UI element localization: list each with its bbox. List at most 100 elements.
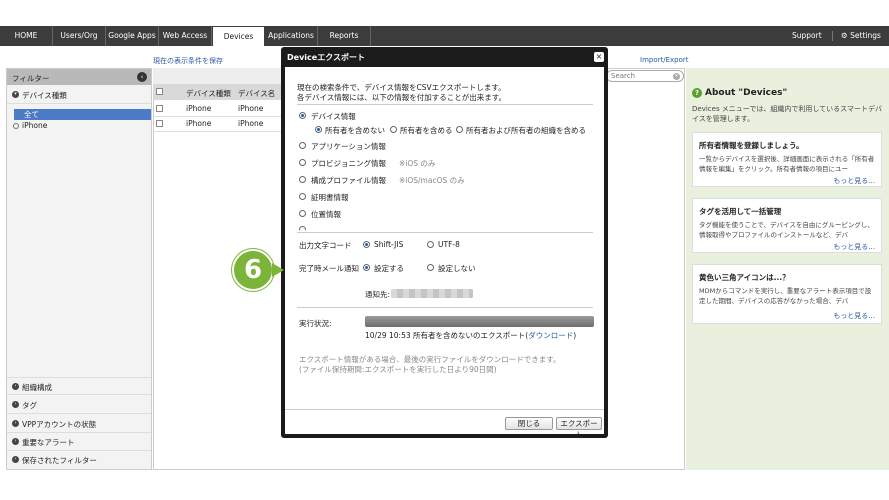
filter-section-label: 重要なアラート bbox=[22, 438, 75, 447]
help-card: タグを活用して一括管理 タグ機能を使うことで、デバイスを自由にグルーピングし、情… bbox=[692, 198, 882, 253]
table-cell[interactable]: iPhone bbox=[238, 119, 263, 128]
status-text-main: 10/29 10:53 所有者を含めないのエクスポート( bbox=[365, 331, 529, 340]
help-card-body: タグ機能を使うことで、デバイスを自由にグルーピングし、情報取得やプロファイルのイ… bbox=[699, 221, 874, 239]
radio-device-info[interactable] bbox=[299, 112, 306, 119]
option-utf8: UTF-8 bbox=[438, 240, 460, 249]
table-cell: iPhone bbox=[186, 104, 212, 113]
radio-shift-jis[interactable] bbox=[363, 241, 370, 248]
clear-icon[interactable]: × bbox=[673, 72, 680, 80]
row-divider bbox=[153, 131, 283, 132]
table-toolbar bbox=[153, 68, 283, 84]
chevron-right-icon: › bbox=[12, 420, 19, 427]
row-checkbox[interactable] bbox=[156, 105, 163, 112]
option-prov-note: ※iOS のみ bbox=[399, 159, 436, 168]
row-divider bbox=[153, 116, 283, 117]
step-badge: 6 bbox=[232, 249, 274, 291]
nav-devices[interactable]: Devices bbox=[213, 27, 264, 46]
help-card-title: 黄色い三角アイコンは...？ bbox=[699, 273, 790, 282]
nav-users-org[interactable]: Users/Org bbox=[53, 26, 106, 46]
filter-item-label: iPhone bbox=[22, 121, 48, 130]
nav-web-access[interactable]: Web Access bbox=[159, 26, 212, 46]
radio-notify-on[interactable] bbox=[363, 264, 370, 271]
filter-section-tag[interactable]: › タグ bbox=[7, 396, 151, 414]
radio-include-owner-org[interactable] bbox=[456, 126, 463, 133]
dialog-intro-2: 各デバイス情報には、以下の情報を付加することが出来ます。 bbox=[297, 93, 507, 102]
filter-section-vpp[interactable]: › VPPアカウントの状態 bbox=[7, 415, 151, 433]
divider bbox=[297, 232, 593, 233]
help-card-more-link[interactable]: もっと見る... bbox=[833, 176, 875, 186]
help-card-title: 所有者情報を登録しましょう。 bbox=[699, 141, 804, 150]
option-profile-note: ※iOS/macOS のみ bbox=[399, 176, 465, 185]
search-input[interactable]: Search × bbox=[606, 70, 684, 82]
help-card-more-link[interactable]: もっと見る... bbox=[833, 311, 875, 321]
option-cert-info: 証明書情報 bbox=[311, 193, 349, 202]
help-card-body: 一覧からデバイスを選択後、詳細画面に表示される「所有者情報を編集」をクリック。所… bbox=[699, 155, 875, 173]
note-2: (ファイル保持期間:エクスポートを実行した日より90日間) bbox=[299, 365, 497, 374]
table-cell: iPhone bbox=[186, 119, 212, 128]
download-link[interactable]: ダウンロード bbox=[528, 331, 573, 340]
notify-label: 完了時メール通知 bbox=[299, 264, 359, 273]
filter-section-label: デバイス種類 bbox=[22, 91, 67, 100]
option-include-owner-org: 所有者および所有者の組織を含める bbox=[466, 126, 586, 135]
dialog-title: Deviceエクスポート bbox=[287, 53, 365, 62]
filter-section-device-type[interactable]: ▾ デバイス種類 bbox=[7, 86, 151, 104]
help-title-text: About "Devices" bbox=[705, 88, 788, 98]
row-checkbox[interactable] bbox=[156, 120, 163, 127]
filter-section-org[interactable]: › 組織構成 bbox=[7, 377, 151, 395]
filter-section-label: 組織構成 bbox=[22, 383, 52, 392]
column-device-name[interactable]: デバイス名 bbox=[238, 88, 275, 99]
option-no-owner: 所有者を含めない bbox=[325, 126, 385, 135]
help-title: ? About "Devices" bbox=[692, 88, 787, 98]
filter-item-iphone[interactable]: iPhone bbox=[13, 121, 47, 130]
chevron-down-icon: ▾ bbox=[12, 91, 19, 98]
status-label: 実行状況: bbox=[299, 319, 332, 328]
radio-app-info[interactable] bbox=[299, 142, 306, 149]
radio-notify-off[interactable] bbox=[427, 264, 434, 271]
search-placeholder: Search bbox=[611, 72, 636, 80]
filter-panel: フィルター ‹ ▾ デバイス種類 全て iPhone › 組織構成 › タグ ›… bbox=[6, 68, 152, 470]
collapse-icon[interactable]: ‹ bbox=[137, 72, 147, 82]
column-device-type[interactable]: デバイス種類 bbox=[186, 88, 231, 99]
radio-location-info[interactable] bbox=[299, 210, 306, 217]
radio-utf8[interactable] bbox=[427, 241, 434, 248]
option-location-info: 位置情報 bbox=[311, 210, 341, 219]
radio-no-owner[interactable] bbox=[315, 126, 322, 133]
export-progress-bar bbox=[365, 316, 594, 327]
help-card-more-link[interactable]: もっと見る... bbox=[833, 242, 875, 252]
option-notify-on: 設定する bbox=[374, 264, 404, 273]
filter-title: フィルター bbox=[12, 74, 50, 83]
import-export-link[interactable]: Import/Export bbox=[640, 56, 689, 64]
nav-home[interactable]: HOME bbox=[0, 26, 53, 46]
save-filter-link[interactable]: 現在の表示条件を保存 bbox=[153, 56, 223, 66]
filter-section-saved[interactable]: › 保存されたフィルター bbox=[7, 451, 151, 469]
nav-separator bbox=[832, 31, 833, 41]
radio-include-owner[interactable] bbox=[390, 126, 397, 133]
filter-section-alert[interactable]: › 重要なアラート bbox=[7, 433, 151, 451]
radio-cert-info[interactable] bbox=[299, 193, 306, 200]
filter-item-all[interactable]: 全て bbox=[14, 109, 151, 120]
nav-support[interactable]: Support bbox=[792, 26, 822, 46]
chevron-right-icon: › bbox=[12, 383, 19, 390]
radio-prov-info[interactable] bbox=[299, 159, 306, 166]
option-shift-jis: Shift-JIS bbox=[374, 240, 404, 249]
select-all-checkbox[interactable] bbox=[156, 88, 163, 95]
filter-section-label: 保存されたフィルター bbox=[22, 456, 97, 465]
radio-profile-info[interactable] bbox=[299, 176, 306, 183]
dialog-body: 現在の検索条件で、デバイス情報をCSVエクスポートします。 各デバイス情報には、… bbox=[285, 67, 604, 439]
close-icon[interactable]: × bbox=[594, 52, 604, 62]
table-cell[interactable]: iPhone bbox=[238, 104, 263, 113]
export-button[interactable]: エクスポート bbox=[556, 417, 602, 439]
option-device-info: デバイス情報 bbox=[311, 112, 356, 121]
filter-header: フィルター ‹ bbox=[7, 69, 151, 85]
close-button[interactable]: 閉じる bbox=[505, 417, 553, 430]
question-icon: ? bbox=[692, 88, 702, 98]
nav-settings-label: Settings bbox=[850, 31, 881, 40]
nav-google-apps[interactable]: Google Apps bbox=[106, 26, 159, 46]
nav-settings[interactable]: ⚙ Settings bbox=[841, 26, 881, 46]
filter-section-label: VPPアカウントの状態 bbox=[22, 420, 97, 429]
nav-reports[interactable]: Reports bbox=[318, 26, 371, 46]
option-app-info: アプリケーション情報 bbox=[311, 142, 386, 151]
divider bbox=[297, 104, 593, 105]
gear-icon: ⚙ bbox=[841, 31, 848, 40]
nav-applications[interactable]: Applications bbox=[265, 26, 318, 46]
